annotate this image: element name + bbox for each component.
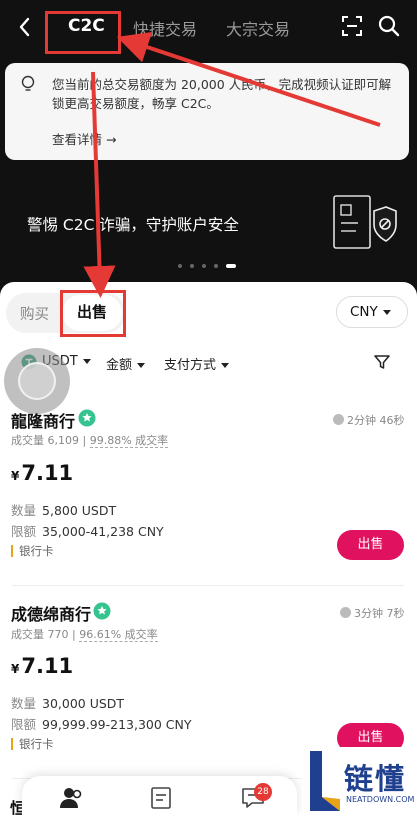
chevron-down-icon [82, 359, 91, 364]
payment-time-value: 3分钟 7秒 [354, 607, 405, 620]
view-details-link[interactable]: 查看详情 → [52, 129, 116, 148]
offer-price: ¥7.11 [11, 461, 73, 485]
price-value: 7.11 [21, 654, 74, 678]
limit-notice-text: 您当前的总交易额度为 20,000 人民币，完成视频认证即可解锁更高交易额度，畅… [52, 77, 392, 111]
sell-button[interactable]: 出售 [337, 530, 404, 560]
chevron-down-icon [137, 363, 146, 368]
currency-select[interactable]: CNY [336, 296, 408, 328]
payment-method: 银行卡 [11, 738, 54, 750]
quantity-label: 数量 [11, 696, 37, 711]
buy-tab[interactable]: 购买 [20, 303, 49, 324]
floating-assistive-button[interactable] [4, 348, 70, 414]
tab-quick-trade[interactable]: 快捷交易 [133, 16, 197, 40]
trade-volume: 成交量 6,109 [11, 434, 79, 447]
currency-symbol: ¥ [11, 469, 20, 483]
offer-divider [12, 585, 404, 586]
floating-button-core [18, 362, 56, 400]
merchant-stats: 成交量 6,109 | 99.88% 成交率 [11, 434, 169, 448]
quantity-value: 30,000 USDT [42, 696, 125, 711]
completion-rate: 96.61% 成交率 [79, 628, 158, 642]
search-icon[interactable] [377, 14, 401, 38]
chevron-down-icon [382, 309, 391, 315]
quantity-value: 5,800 USDT [42, 503, 117, 518]
quantity-label: 数量 [11, 503, 37, 518]
offer-price: ¥7.11 [11, 654, 73, 678]
chevron-down-icon [221, 363, 230, 368]
payment-time: 3分钟 7秒 [340, 605, 405, 621]
limit-value: 99,999.99-213,300 CNY [42, 717, 192, 732]
amount-filter-label: 金额 [106, 358, 133, 373]
banner-dot-1[interactable] [178, 264, 182, 268]
limit-value: 35,000-41,238 CNY [42, 524, 164, 539]
annotation-highlight-sell [60, 290, 126, 337]
scan-icon[interactable] [340, 14, 364, 38]
offer-limit: 限额 35,000-41,238 CNY [11, 521, 164, 540]
offer-limit: 限额 99,999.99-213,300 CNY [11, 714, 192, 733]
currency-symbol: ¥ [11, 662, 20, 676]
verified-badge-icon [78, 409, 96, 427]
banner-dot-4[interactable] [214, 264, 218, 268]
user-group-icon[interactable] [58, 786, 84, 810]
clock-icon [333, 414, 344, 425]
watermark-domain: NEATDOWN.COM [346, 795, 415, 804]
annotation-highlight-c2c [45, 11, 121, 54]
watermark-text: 链懂 [344, 762, 407, 796]
merchant-stats: 成交量 770 | 96.61% 成交率 [11, 628, 158, 642]
watermark-logo [310, 751, 340, 811]
merchant-name[interactable]: 龍隆商行 [11, 408, 75, 432]
payment-method: 银行卡 [11, 545, 54, 557]
payment-time: 2分钟 46秒 [333, 412, 405, 428]
amount-filter[interactable]: 金额 [106, 354, 146, 373]
offer-quantity: 数量 30,000 USDT [11, 693, 124, 712]
site-watermark: 链懂 NEATDOWN.COM [302, 747, 417, 815]
currency-value: CNY [350, 304, 378, 320]
merchant-name[interactable]: 成德绵商行 [11, 601, 91, 625]
security-shield-illustration [333, 195, 397, 249]
completion-rate: 99.88% 成交率 [89, 434, 169, 448]
banner-dot-5[interactable] [226, 264, 236, 268]
back-arrow-icon[interactable] [14, 14, 36, 40]
trade-volume: 成交量 770 [11, 628, 69, 641]
tab-block-trade[interactable]: 大宗交易 [226, 16, 290, 40]
verified-badge-icon [93, 602, 111, 620]
banner-dot-2[interactable] [190, 264, 194, 268]
message-count-badge: 28 [254, 783, 272, 801]
payment-filter[interactable]: 支付方式 [164, 354, 230, 373]
orders-document-icon[interactable] [148, 786, 174, 810]
filter-funnel-icon[interactable] [373, 353, 391, 371]
limit-label: 限额 [11, 524, 37, 539]
limit-label: 限额 [11, 717, 37, 732]
banner-dot-3[interactable] [202, 264, 206, 268]
offer-quantity: 数量 5,800 USDT [11, 500, 116, 519]
price-value: 7.11 [21, 461, 74, 485]
limit-notice-card: 您当前的总交易额度为 20,000 人民币，完成视频认证即可解锁更高交易额度，畅… [5, 63, 409, 160]
payment-filter-label: 支付方式 [164, 358, 217, 373]
lightbulb-icon [21, 75, 35, 91]
payment-time-value: 2分钟 46秒 [347, 414, 405, 427]
clock-icon [340, 607, 351, 618]
banner-fraud-warning[interactable]: 警惕 C2C 诈骗，守护账户安全 [27, 213, 239, 235]
